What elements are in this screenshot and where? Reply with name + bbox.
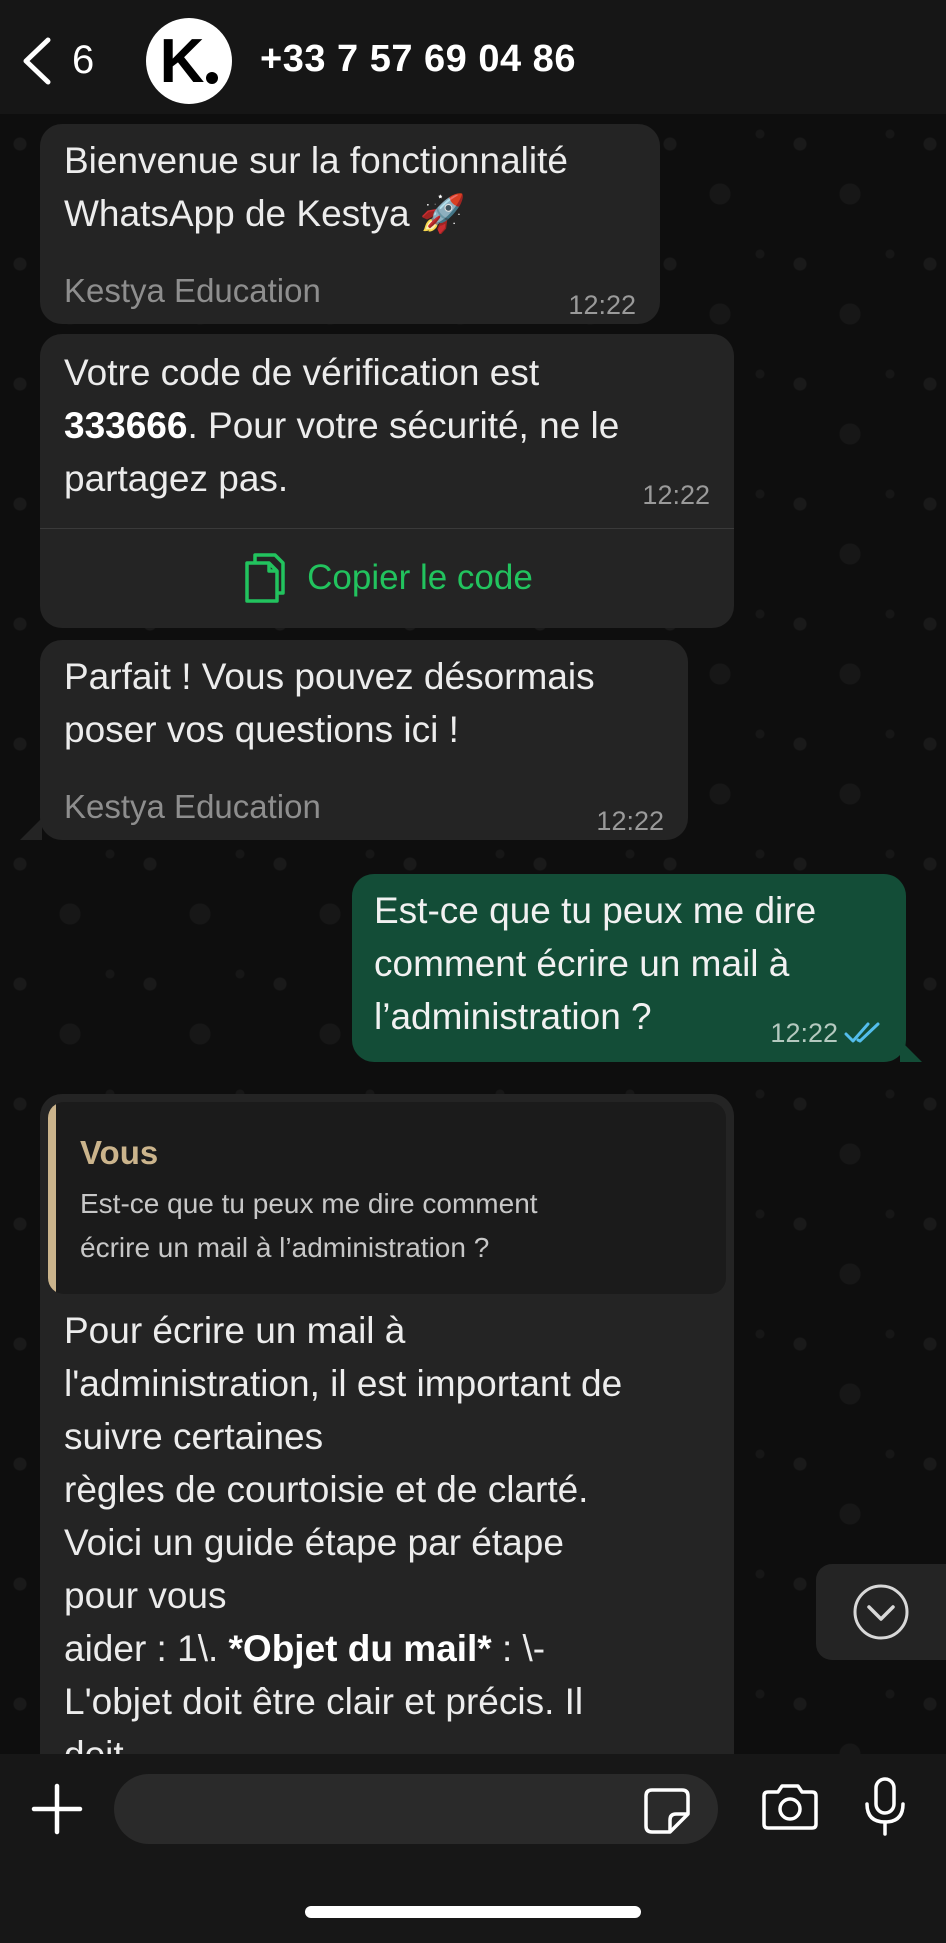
message-line: l’administration ? <box>374 996 652 1037</box>
message-line: aider : 1\. <box>64 1628 229 1669</box>
sender-name: Kestya Education <box>64 788 321 825</box>
quote-author: Vous <box>80 1134 159 1171</box>
message-line: . Pour votre sécurité, ne le <box>187 405 620 446</box>
outgoing-message-question[interactable]: Est-ce que tu peux me dire comment écrir… <box>352 874 906 1062</box>
message-line: comment écrire un mail à <box>374 943 790 984</box>
quote-accent-bar <box>48 1102 56 1294</box>
sender-name: Kestya Education <box>64 272 321 309</box>
message-line: pour vous <box>64 1575 227 1616</box>
camera-icon[interactable] <box>760 1782 820 1832</box>
message-line: poser vos questions ici ! <box>64 709 459 750</box>
incoming-message-verification-code[interactable]: Votre code de vérification est 333666. P… <box>40 334 734 628</box>
verification-code: 333666 <box>64 405 188 446</box>
chevron-down-icon <box>853 1584 909 1640</box>
message-line: règles de courtoisie et de clarté. <box>64 1469 589 1510</box>
message-line: partagez pas. <box>64 458 289 499</box>
message-line: doit <box>64 1728 622 1754</box>
message-time: 12:22 <box>642 480 710 510</box>
copy-code-label: Copier le code <box>307 558 533 597</box>
message-input[interactable] <box>114 1774 718 1844</box>
incoming-message-confirmation[interactable]: Parfait ! Vous pouvez désormais poser vo… <box>40 640 688 840</box>
message-line: Bienvenue sur la fonctionnalité <box>64 140 568 181</box>
copy-icon <box>245 553 285 603</box>
message-line: WhatsApp de Kestya 🚀 <box>64 193 466 234</box>
read-receipt-icon <box>844 1022 880 1043</box>
contact-avatar[interactable]: K <box>146 18 232 104</box>
bold-text: *Objet du mail* <box>228 1628 492 1669</box>
message-time: 12:22 <box>596 806 664 836</box>
incoming-message-reply[interactable]: Vous Est-ce que tu peux me dire comment … <box>40 1094 734 1754</box>
plus-icon[interactable] <box>30 1782 84 1836</box>
back-chevron-icon[interactable] <box>18 36 54 86</box>
message-time: 12:22 <box>770 1018 838 1048</box>
message-time: 12:22 <box>568 290 636 320</box>
message-line: Voici un guide étape par étape <box>64 1522 564 1563</box>
microphone-icon[interactable] <box>862 1776 908 1838</box>
message-line: : \- <box>491 1628 546 1669</box>
chat-background: Bienvenue sur la fonctionnalité WhatsApp… <box>0 114 946 1754</box>
chat-header: 6 K +33 7 57 69 04 86 <box>0 0 946 114</box>
sticker-icon[interactable] <box>642 1786 692 1836</box>
incoming-message-welcome[interactable]: Bienvenue sur la fonctionnalité WhatsApp… <box>40 124 660 324</box>
quote-line: écrire un mail à l’administration ? <box>80 1232 490 1263</box>
avatar-letter: K <box>159 26 205 96</box>
message-line: Pour écrire un mail à <box>64 1310 406 1351</box>
message-line: Parfait ! Vous pouvez désormais <box>64 656 595 697</box>
quote-line: Est-ce que tu peux me dire comment <box>80 1188 538 1219</box>
message-line: suivre certaines <box>64 1416 324 1457</box>
message-line: L'objet doit être clair et précis. Il <box>64 1681 584 1722</box>
quoted-message[interactable]: Vous Est-ce que tu peux me dire comment … <box>48 1102 726 1294</box>
message-line: l'administration, il est important de <box>64 1363 623 1404</box>
bubble-tail <box>900 1040 922 1062</box>
unread-count[interactable]: 6 <box>72 38 94 83</box>
bubble-tail <box>20 818 42 840</box>
scroll-to-bottom-button[interactable] <box>816 1564 946 1660</box>
message-line: Est-ce que tu peux me dire <box>374 890 817 931</box>
contact-name[interactable]: +33 7 57 69 04 86 <box>260 38 576 81</box>
copy-code-button[interactable]: Copier le code <box>40 528 734 628</box>
home-indicator[interactable] <box>305 1906 641 1918</box>
message-line: Votre code de vérification est <box>64 352 540 393</box>
